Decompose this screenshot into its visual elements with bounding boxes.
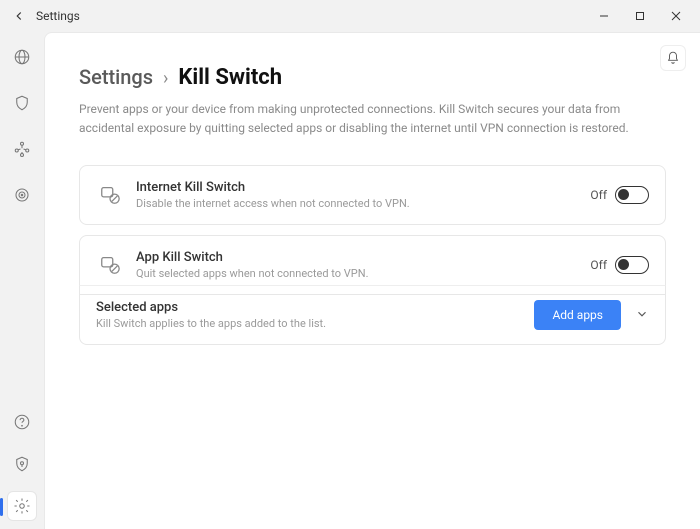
expand-selected-apps[interactable] <box>635 306 649 325</box>
internet-kill-switch-subtitle: Disable the internet access when not con… <box>136 197 590 210</box>
window-title: Settings <box>36 9 80 23</box>
minimize-button[interactable] <box>586 3 622 29</box>
breadcrumb-root[interactable]: Settings <box>79 65 153 89</box>
sidebar-item-help[interactable] <box>7 407 37 437</box>
main-panel: Settings › Kill Switch Prevent apps or y… <box>44 32 700 529</box>
chevron-right-icon: › <box>163 68 168 89</box>
selected-apps-row: Selected apps Kill Switch applies to the… <box>79 285 666 345</box>
maximize-button[interactable] <box>622 3 658 29</box>
sidebar-item-shield[interactable] <box>7 88 37 118</box>
internet-kill-switch-toggle[interactable] <box>615 186 649 204</box>
back-button[interactable] <box>6 3 32 29</box>
add-apps-button[interactable]: Add apps <box>534 300 621 330</box>
app-kill-switch-icon <box>96 251 124 279</box>
sidebar-item-security[interactable] <box>7 449 37 479</box>
title-bar: Settings <box>0 0 700 32</box>
sidebar-item-target[interactable] <box>7 180 37 210</box>
app-kill-switch-toggle[interactable] <box>615 256 649 274</box>
page-description: Prevent apps or your device from making … <box>79 100 639 137</box>
sidebar-item-settings[interactable] <box>7 491 37 521</box>
internet-kill-switch-state: Off <box>590 188 607 202</box>
internet-kill-switch-row: Internet Kill Switch Disable the interne… <box>79 165 666 225</box>
window-controls <box>586 3 694 29</box>
app-kill-switch-subtitle: Quit selected apps when not connected to… <box>136 267 590 280</box>
selected-apps-title: Selected apps <box>96 300 534 315</box>
notifications-button[interactable] <box>660 45 686 71</box>
breadcrumb: Settings › Kill Switch <box>79 65 666 90</box>
sidebar <box>0 32 44 529</box>
internet-kill-switch-icon <box>96 181 124 209</box>
close-button[interactable] <box>658 3 694 29</box>
internet-kill-switch-title: Internet Kill Switch <box>136 180 590 195</box>
sidebar-item-globe[interactable] <box>7 42 37 72</box>
app-kill-switch-title: App Kill Switch <box>136 250 590 265</box>
selected-apps-subtitle: Kill Switch applies to the apps added to… <box>96 317 534 330</box>
app-kill-switch-state: Off <box>590 258 607 272</box>
sidebar-item-nodes[interactable] <box>7 134 37 164</box>
page-title: Kill Switch <box>178 65 282 90</box>
